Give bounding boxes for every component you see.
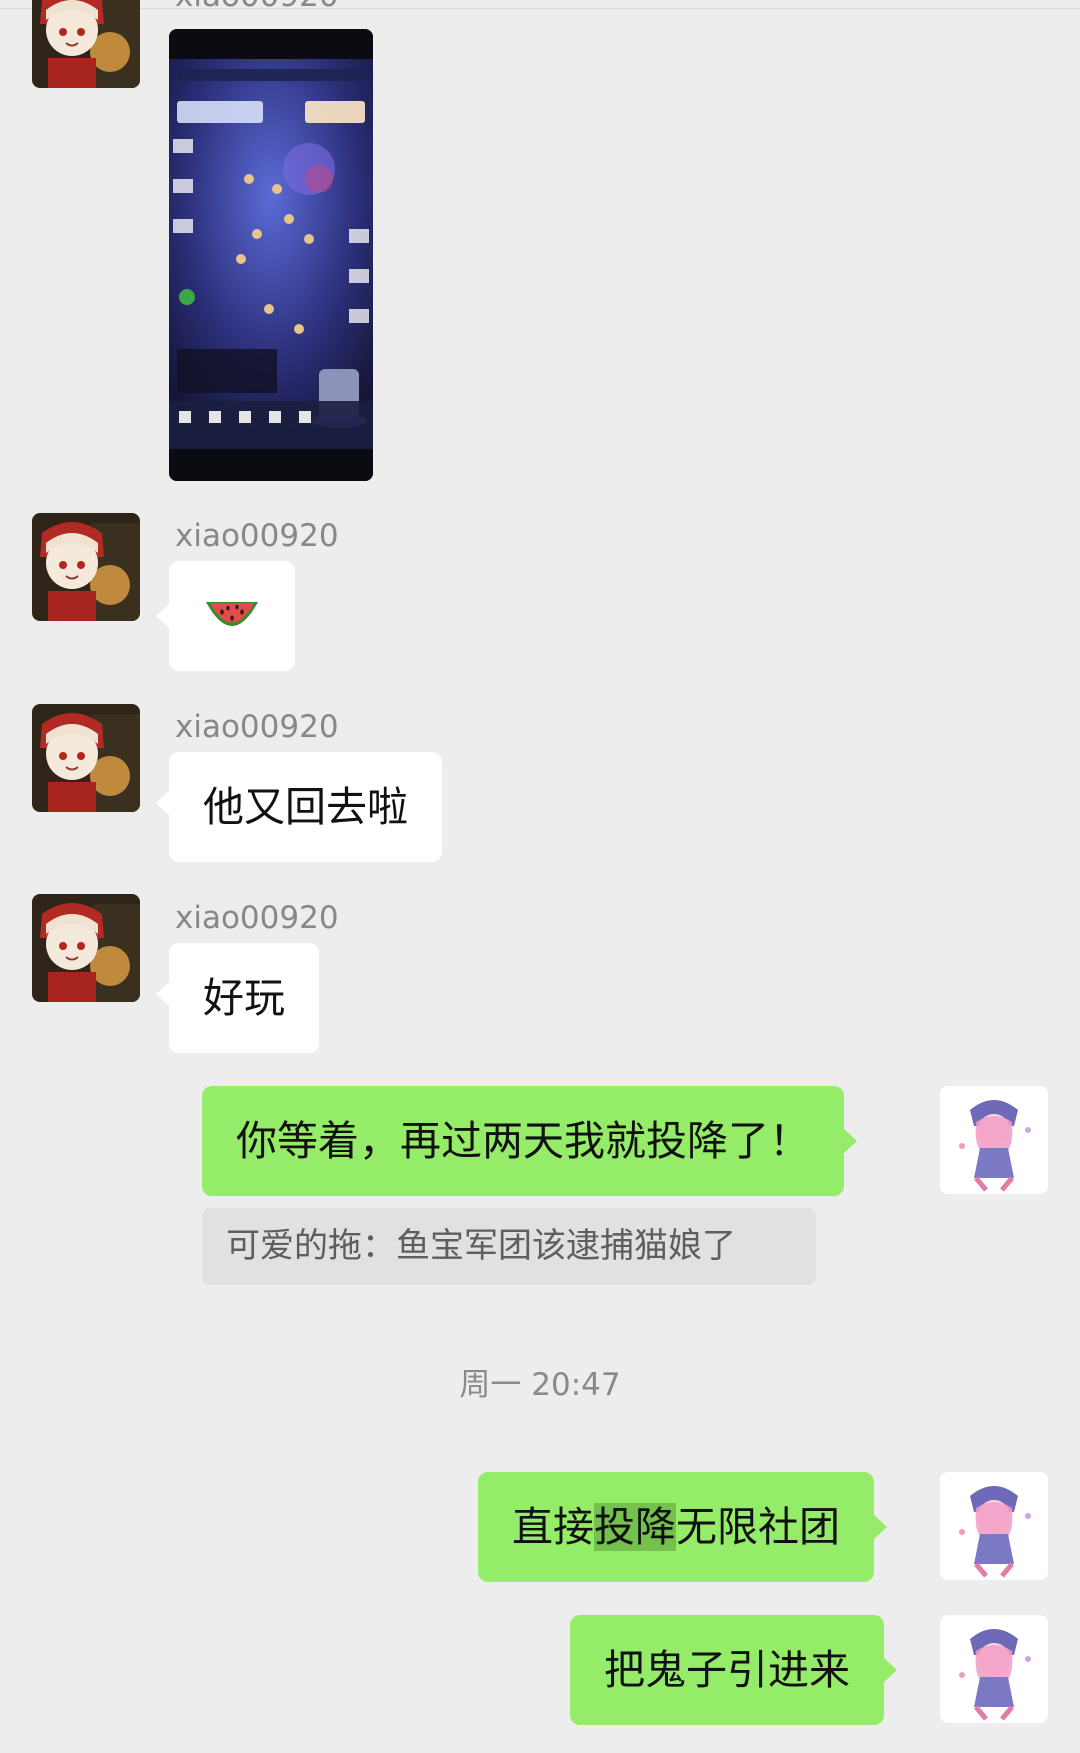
partial-sender-name: xiao00920 xyxy=(175,0,339,16)
game-screenshot-image[interactable] xyxy=(169,29,373,481)
avatar-xiao00920[interactable] xyxy=(32,704,140,812)
message-bubble-outgoing[interactable]: 你等着，再过两天我就投降了！ xyxy=(202,1086,857,1196)
message-bubble[interactable]: 好玩 xyxy=(156,943,319,1053)
avatar-me[interactable] xyxy=(940,1615,1048,1723)
highlighted-text: 投降 xyxy=(594,1503,676,1551)
avatar-xiao00920[interactable] xyxy=(32,894,140,1002)
avatar-xiao00920[interactable] xyxy=(32,513,140,621)
avatar-anime-girl-icon xyxy=(940,1472,1048,1580)
avatar-chibi-icon xyxy=(32,0,140,88)
sender-name: xiao00920 xyxy=(175,900,339,936)
avatar-anime-girl-icon xyxy=(940,1086,1048,1194)
game-screenshot-icon xyxy=(169,29,373,481)
quoted-message[interactable]: 可爱的拖：鱼宝军团该逮捕猫娘了 xyxy=(202,1208,816,1285)
sender-name: xiao00920 xyxy=(175,709,339,745)
watermelon-icon xyxy=(206,602,258,626)
emoji-bubble[interactable] xyxy=(156,561,295,671)
chat-window: xiao00920 xiao00920 他又回去啦 xiao00920 好玩 你… xyxy=(0,0,1080,1753)
text-segment: 直接 xyxy=(512,1503,594,1551)
avatar-chibi-icon xyxy=(32,513,140,621)
message-bubble-outgoing[interactable]: 直接投降无限社团 xyxy=(478,1472,887,1582)
sender-name: xiao00920 xyxy=(175,518,339,554)
avatar-anime-girl-icon xyxy=(940,1615,1048,1723)
timestamp: 周一 20:47 xyxy=(459,1367,621,1403)
avatar-chibi-icon xyxy=(32,704,140,812)
message-bubble-outgoing[interactable]: 把鬼子引进来 xyxy=(570,1615,897,1725)
text-segment: 无限社团 xyxy=(676,1503,840,1551)
avatar-chibi-icon xyxy=(32,894,140,1002)
top-divider xyxy=(0,0,1080,9)
avatar-xiao00920[interactable] xyxy=(32,0,140,88)
avatar-me[interactable] xyxy=(940,1086,1048,1194)
message-bubble[interactable]: 他又回去啦 xyxy=(156,752,442,862)
avatar-me[interactable] xyxy=(940,1472,1048,1580)
